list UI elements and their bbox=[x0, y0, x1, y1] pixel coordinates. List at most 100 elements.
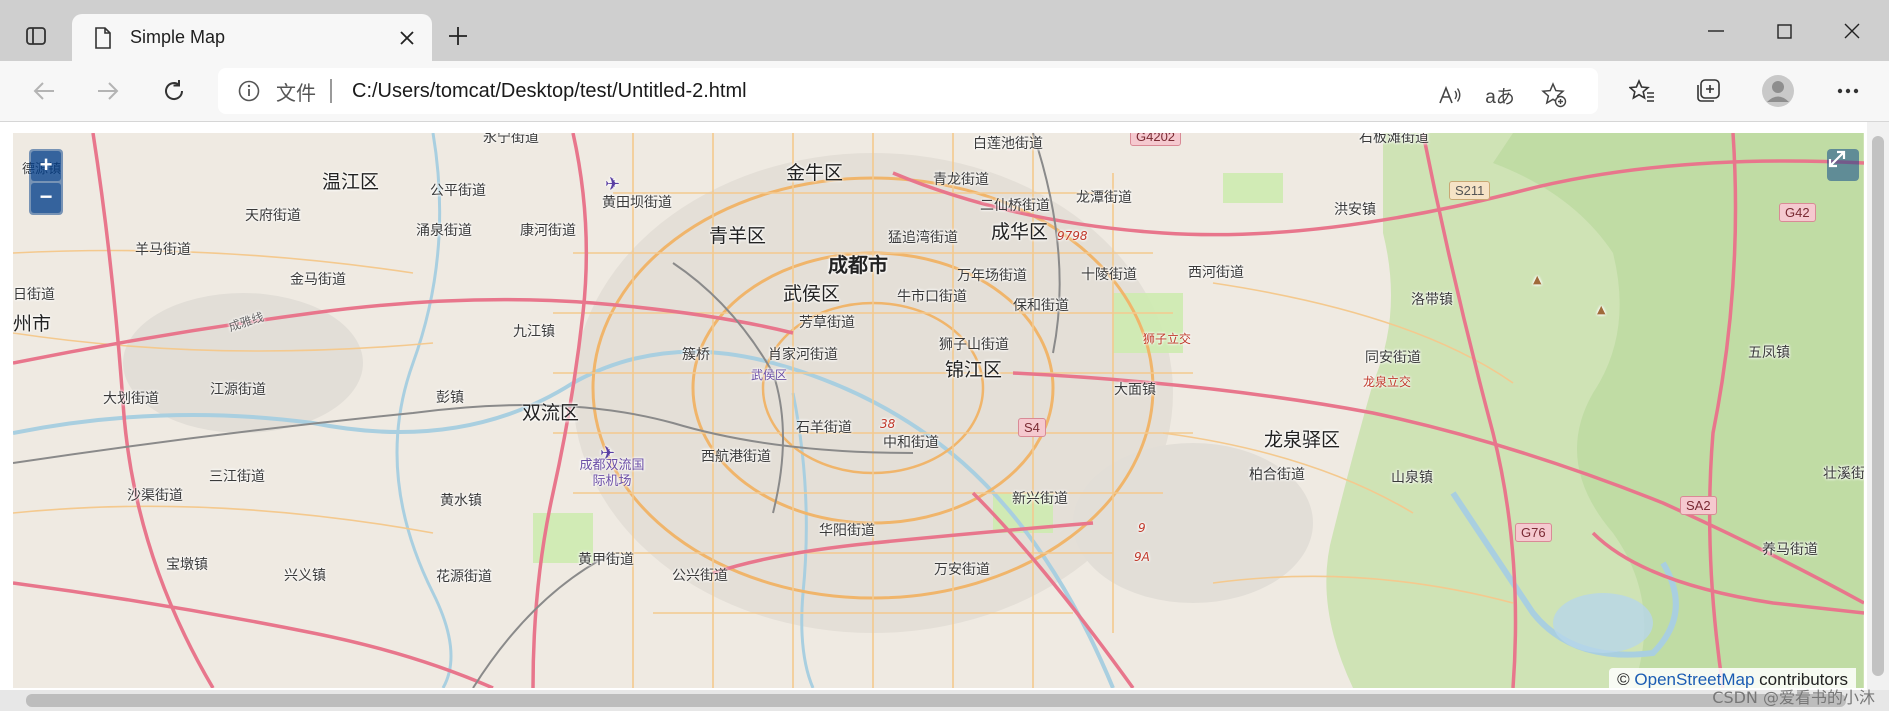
street-label: 大划街道 bbox=[103, 391, 159, 407]
street-label: 大面镇 bbox=[1114, 382, 1156, 398]
street-label: 石羊街道 bbox=[796, 420, 852, 436]
route-shield: SA2 bbox=[1680, 496, 1717, 515]
page-content: 成都市 温江区 金牛区 青羊区 成华区 武侯区 锦江区 双流区 龙泉驿区 公平街… bbox=[0, 122, 1889, 711]
toolbar: 文件 C:/Users/tomcat/Desktop/test/Untitled… bbox=[0, 61, 1889, 122]
vertical-scrollbar[interactable] bbox=[1867, 122, 1889, 692]
route-shield: G76 bbox=[1515, 523, 1552, 542]
minimize-icon[interactable] bbox=[1686, 10, 1746, 52]
collections-icon[interactable] bbox=[1686, 69, 1730, 113]
route-number: 9 bbox=[1138, 521, 1146, 535]
district-label: 温江区 bbox=[322, 171, 380, 193]
street-label: 公兴街道 bbox=[672, 568, 728, 584]
street-label: 猛追湾街道 bbox=[888, 230, 958, 246]
peak-icon: ▲ bbox=[1533, 273, 1542, 286]
address-separator bbox=[330, 79, 332, 103]
street-label: 黄甲街道 bbox=[578, 552, 634, 568]
zoom-out-button[interactable]: − bbox=[31, 183, 61, 213]
tab-title: Simple Map bbox=[130, 27, 226, 47]
street-label: 龙潭街道 bbox=[1076, 190, 1132, 206]
airplane-icon: ✈ bbox=[600, 443, 616, 464]
horizontal-scrollbar[interactable] bbox=[0, 690, 1889, 711]
street-label: 中和街道 bbox=[883, 435, 939, 451]
district-label: 成华区 bbox=[991, 221, 1049, 243]
fullscreen-icon[interactable] bbox=[1827, 149, 1859, 181]
new-tab-icon[interactable] bbox=[440, 18, 476, 54]
profile-avatar[interactable] bbox=[1756, 69, 1800, 113]
url-text[interactable]: C:/Users/tomcat/Desktop/test/Untitled-2.… bbox=[352, 80, 747, 103]
street-label: 青龙街道 bbox=[933, 172, 989, 188]
translate-label[interactable]: aあ bbox=[1480, 75, 1520, 115]
district-label: 武侯区 bbox=[783, 283, 841, 305]
street-label: 壮溪街 bbox=[1823, 466, 1864, 482]
street-label: 三江街道 bbox=[209, 469, 265, 485]
street-label: 肖家河街道 bbox=[768, 347, 838, 363]
route-number: 9A bbox=[1134, 550, 1150, 564]
peak-icon: ▲ bbox=[1597, 303, 1606, 316]
street-label: 柏合街道 bbox=[1249, 467, 1305, 483]
zoom-in-button[interactable]: + bbox=[31, 151, 61, 181]
street-label: 九江镇 bbox=[513, 324, 555, 340]
street-label: 保和街道 bbox=[1013, 298, 1069, 314]
street-label: 江源街道 bbox=[210, 382, 266, 398]
page-icon bbox=[90, 25, 116, 51]
district-boundary-label: 武侯区 bbox=[751, 368, 788, 382]
street-label: 华阳街道 bbox=[819, 523, 875, 539]
horizontal-scroll-thumb[interactable] bbox=[26, 694, 1846, 707]
close-window-icon[interactable] bbox=[1822, 10, 1882, 52]
street-label: 白莲池街道 bbox=[973, 136, 1043, 152]
street-label: 沙渠街道 bbox=[127, 488, 183, 504]
street-label: 黄水镇 bbox=[440, 493, 482, 509]
address-prefix: 文件 bbox=[276, 82, 316, 105]
interchange-label: 狮子立交 bbox=[1143, 332, 1192, 346]
district-label: 锦江区 bbox=[945, 359, 1003, 381]
street-label: 万安街道 bbox=[934, 562, 990, 578]
map-viewport[interactable]: 成都市 温江区 金牛区 青羊区 成华区 武侯区 锦江区 双流区 龙泉驿区 公平街… bbox=[13, 133, 1864, 688]
forward-icon[interactable] bbox=[86, 69, 130, 113]
street-label: 山泉镇 bbox=[1391, 470, 1433, 486]
route-shield: S211 bbox=[1449, 181, 1491, 200]
add-favorite-icon[interactable] bbox=[1534, 75, 1574, 115]
watermark: CSDN @爱看书的小沐 bbox=[1712, 688, 1875, 707]
tab-actions-icon[interactable] bbox=[18, 18, 54, 54]
street-label: 同安街道 bbox=[1365, 350, 1421, 366]
street-label: 养马街道 bbox=[1762, 542, 1818, 558]
street-label: 永宁街道 bbox=[483, 133, 539, 146]
favorites-icon[interactable] bbox=[1620, 69, 1664, 113]
street-label: 狮子山街道 bbox=[939, 337, 1009, 353]
route-number: 9798 bbox=[1057, 229, 1088, 243]
district-label: 州市 bbox=[13, 313, 52, 335]
street-label: 公平街道 bbox=[430, 183, 486, 199]
site-info-icon[interactable] bbox=[236, 78, 262, 104]
close-tab-icon[interactable] bbox=[390, 21, 424, 55]
street-label: 万年场街道 bbox=[957, 268, 1027, 284]
airplane-icon: ✈ bbox=[605, 174, 621, 195]
street-label: 牛市口街道 bbox=[897, 289, 967, 305]
copyright-symbol: © bbox=[1617, 670, 1630, 688]
street-label: 日街道 bbox=[13, 287, 55, 303]
route-shield: G4202 bbox=[1130, 133, 1182, 146]
street-label: 西河街道 bbox=[1188, 265, 1244, 281]
street-label: 二仙桥街道 bbox=[980, 198, 1050, 214]
back-icon[interactable] bbox=[22, 69, 66, 113]
street-label: 五凤镇 bbox=[1748, 345, 1790, 361]
read-aloud-icon[interactable] bbox=[1430, 75, 1470, 115]
more-menu-icon[interactable] bbox=[1826, 69, 1870, 113]
street-label: 康河街道 bbox=[520, 223, 576, 239]
route-shield: S4 bbox=[1018, 418, 1046, 437]
street-label: 洛带镇 bbox=[1411, 292, 1453, 308]
maximize-icon[interactable] bbox=[1754, 10, 1814, 52]
vertical-scroll-thumb[interactable] bbox=[1872, 136, 1884, 676]
address-bar[interactable]: 文件 C:/Users/tomcat/Desktop/test/Untitled… bbox=[218, 68, 1598, 114]
city-label: 成都市 bbox=[828, 253, 888, 277]
street-label: 簇桥 bbox=[682, 347, 710, 363]
street-label: 涌泉街道 bbox=[416, 223, 472, 239]
zoom-control: + − bbox=[29, 149, 63, 215]
street-label: 西航港街道 bbox=[701, 449, 771, 465]
route-shield: G42 bbox=[1779, 203, 1816, 222]
active-tab[interactable]: Simple Map bbox=[72, 14, 432, 61]
street-label: 彭镇 bbox=[436, 390, 464, 406]
refresh-icon[interactable] bbox=[152, 69, 196, 113]
street-label: 羊马街道 bbox=[135, 242, 191, 258]
street-label: 洪安镇 bbox=[1334, 202, 1376, 218]
street-label: 芳草街道 bbox=[799, 315, 855, 331]
